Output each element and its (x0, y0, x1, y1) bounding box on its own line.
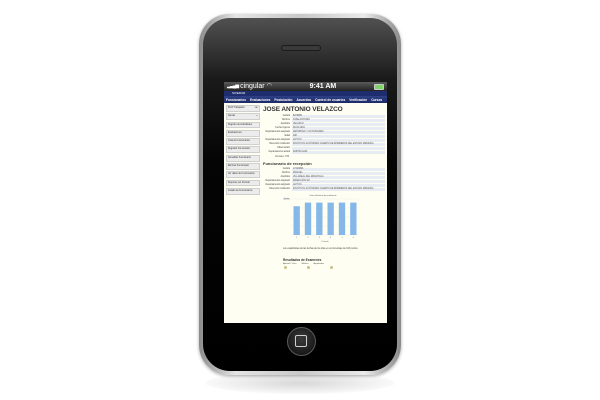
result-status-icon (284, 266, 287, 269)
main-nav: Funcionarios Evaluaciones Postulación Acuer… (224, 96, 387, 103)
sidebar-item[interactable]: Eliminar Funcionario (226, 163, 260, 170)
detail-value: INSTITUTO AUTÓNOMO CUERPO DE BOMBEROS DE… (292, 188, 385, 192)
result-status-icon (330, 266, 333, 269)
sidebar-badge: ••• (255, 115, 258, 118)
earpiece-speaker (281, 45, 321, 51)
sidebar-item[interactable]: Reportes por Periodo (226, 179, 260, 187)
nav-item[interactable]: Postulación (274, 98, 292, 102)
sidebar-item[interactable]: Listado de Funcionarios (226, 187, 260, 195)
main-content: JOSE ANTONIO VELAZCO Cédula 8978985 Nombre… (261, 103, 387, 323)
chart-x-label: Período (321, 241, 329, 243)
results-title: Resultados de Examenes (283, 258, 322, 262)
signal-icon: ▂▃▄▅ (227, 83, 239, 89)
sidebar-item-label: Registrar Funcionario (228, 148, 250, 151)
detail-row: Dirección Institución INSTITUTO AUTÓNOMO … (263, 188, 385, 192)
nav-item[interactable]: Evaluaciones (250, 98, 270, 102)
sidebar-item-label: Reportes por Periodo (228, 181, 250, 184)
nav-item[interactable]: Acuerdos (296, 98, 311, 102)
chart-tick-label: 1 (296, 237, 298, 239)
employee-details: Cédula 8978985 Nombre JOSE ANTONIO Apellidos… (263, 115, 385, 155)
detail-label: Departamento actual (268, 151, 290, 153)
nav-item[interactable]: Control de usuarios (315, 98, 345, 102)
clock: 9:41 AM (309, 83, 337, 90)
sidebar-item-label: Lista de Funcionarios (228, 140, 250, 143)
result-status-icon (307, 266, 310, 269)
sidebar-item[interactable]: Registrar Funcionario (226, 146, 260, 154)
sidebar-item[interactable]: Perfil Trabajador FAI (226, 105, 260, 112)
sidebar-item-label: Eliminar Funcionario (228, 165, 249, 168)
chart-tick-label: 5 (341, 237, 343, 239)
detail-row: Departamento actual PARTICULAR (263, 151, 385, 155)
wifi-icon: ◠ (266, 83, 272, 89)
phone-reflection (205, 372, 395, 394)
chart-legend-tag: Fecha (283, 198, 290, 200)
chart-bar (338, 202, 346, 235)
result-label: Medico (301, 263, 309, 265)
sidebar-item-label: Registro de Actividades (228, 123, 253, 126)
nav-item[interactable]: Verificación (349, 98, 367, 102)
sidebar-item[interactable]: Registro de Actividades (226, 121, 260, 129)
sidebar-item-label: Ver datos de Funcionarios (228, 173, 255, 176)
sidebar-item-label: Alertas (228, 115, 236, 118)
sidebar-item[interactable]: Ver datos de Funcionarios (226, 171, 260, 179)
result-label: Aprobadas (313, 263, 325, 265)
sidebar-item[interactable]: Actualizar Funcionario (226, 154, 260, 162)
sidebar-item[interactable]: Evaluaciones (226, 129, 260, 137)
phone-screen: ▂▃▄▅ cingular ◠ 9:41 AM SIVEDUR Funciona… (224, 82, 387, 323)
battery-icon (374, 83, 384, 90)
home-square-icon (295, 335, 307, 347)
results-icons (284, 266, 385, 269)
sidebar-item-label: Actualizar Funcionario (228, 156, 251, 159)
section-title: Funcionario de recepción (263, 161, 312, 166)
status-bar: ▂▃▄▅ cingular ◠ 9:41 AM (224, 82, 387, 91)
chart-bar (350, 202, 357, 235)
sidebar: Perfil Trabajador FAI Alertas ••• Registro d… (224, 103, 261, 323)
chart-bar (316, 202, 323, 235)
nav-item[interactable]: Cursos (371, 98, 382, 102)
sidebar-item-label: Listado de Funcionarios (228, 189, 253, 192)
employee-name: JOSE ANTONIO VELAZCO (263, 106, 343, 113)
results-labels: Aptitud / Vista Medico Aprobadas (283, 263, 385, 265)
sidebar-item-label: Evaluaciones (228, 131, 242, 134)
sidebar-item[interactable]: Lista de Funcionarios (226, 138, 260, 145)
sidebar-badge: FAI (254, 107, 258, 109)
nav-item[interactable]: Funcionarios (226, 98, 246, 102)
sidebar-item-label: Perfil Trabajador (228, 107, 245, 109)
detail-label: Dirección Institución (269, 188, 290, 190)
detail-value: PARTICULAR (292, 151, 385, 155)
chart-svg: 1 2 3 4 5 6 Período (291, 198, 359, 243)
chart-bar (304, 202, 312, 235)
performance-chart: Datos Históricos de rendimiento Fecha 12… (283, 195, 363, 245)
chart-tick-label: 6 (353, 237, 355, 239)
chart-tick-label: 3 (319, 237, 321, 239)
record-note: Ventana: 7/32 (275, 156, 290, 158)
chart-bar (293, 206, 300, 235)
carrier-label: cingular (240, 83, 265, 90)
reception-details: Cédula 17423896 Nombre MANUEL Apellidos VILLA… (263, 168, 385, 192)
chart-tick-label: 2 (307, 237, 309, 239)
chart-caption: Los estadísticas de las fechas de los dí… (283, 248, 358, 250)
chart-bar (327, 202, 334, 235)
chart-tick-label: 4 (330, 237, 332, 239)
sidebar-item[interactable]: Alertas ••• (226, 113, 260, 121)
result-label: Aptitud / Vista (283, 263, 297, 265)
